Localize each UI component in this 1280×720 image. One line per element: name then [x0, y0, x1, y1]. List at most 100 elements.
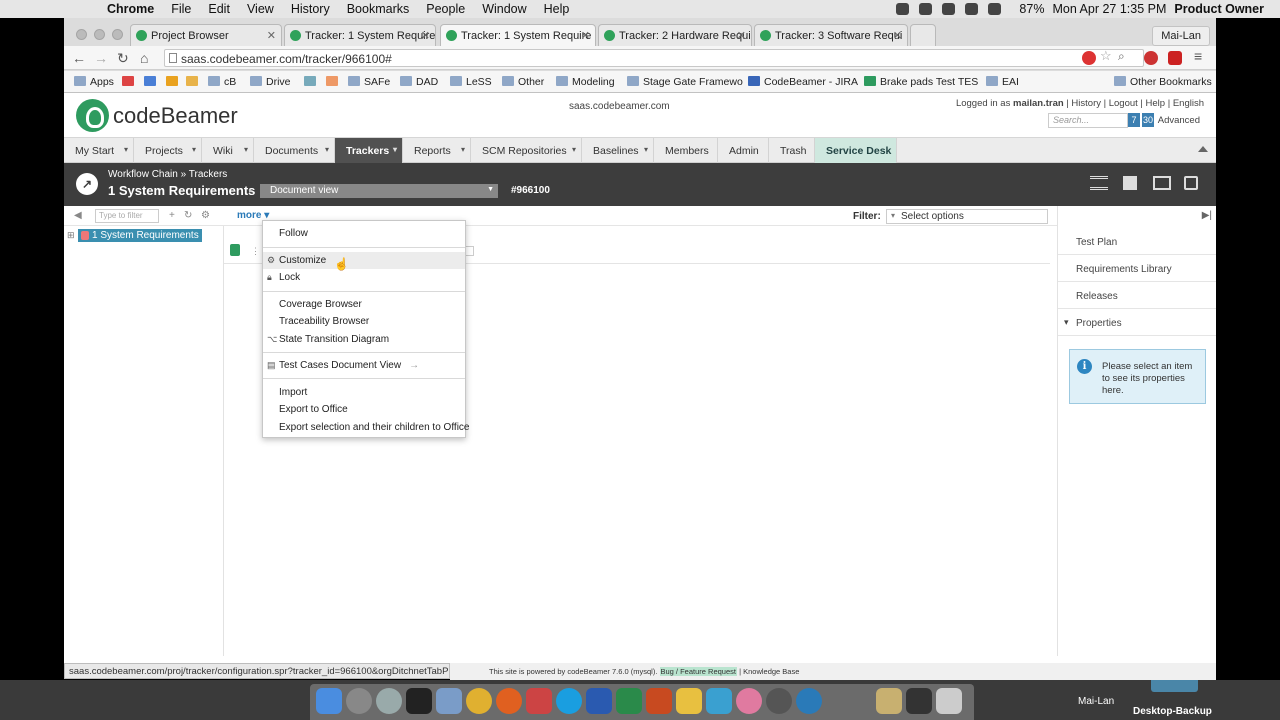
close-tab-icon[interactable]: ✕ [737, 29, 746, 42]
menu-history[interactable]: History [291, 2, 330, 16]
desktop-backup-label[interactable]: Desktop-Backup [1133, 706, 1212, 717]
dropbox-icon[interactable] [942, 3, 956, 15]
skype-icon[interactable] [556, 688, 582, 714]
account-links[interactable]: | History | Logout | Help | English [1066, 98, 1204, 109]
nav-scm-repositories[interactable]: SCM Repositories ▾ [471, 138, 582, 163]
virtualbox-icon[interactable] [436, 688, 462, 714]
menu-traceability-browser[interactable]: Traceability Browser [279, 316, 369, 327]
word-icon[interactable] [586, 688, 612, 714]
collapse-left-icon[interactable]: ◀ [74, 210, 82, 221]
menu-file[interactable]: File [171, 2, 191, 16]
bookmark-other[interactable]: Other [502, 76, 544, 88]
opera-extension-icon[interactable] [1144, 51, 1158, 65]
wifi-icon[interactable] [988, 3, 1002, 15]
close-window-button[interactable] [76, 29, 87, 40]
bookmark-icon-1[interactable] [304, 76, 320, 88]
powerpoint-icon[interactable] [646, 688, 672, 714]
knowledge-base-link[interactable]: | Knowledge Base [739, 667, 799, 676]
bookmark-safe[interactable]: SAFe [348, 76, 390, 88]
advanced-search-link[interactable]: Advanced [1158, 115, 1200, 126]
panel-properties[interactable]: Properties [1058, 309, 1216, 336]
tab-tracker-1-active[interactable]: Tracker: 1 System Require ✕ [440, 24, 596, 47]
record-icon[interactable] [896, 3, 910, 15]
bookmark-apps[interactable]: Apps [74, 76, 114, 88]
dvd-icon[interactable] [766, 688, 792, 714]
codebeamer-logo[interactable]: codeBeamer [76, 99, 238, 132]
menu-app-chrome[interactable]: Chrome [107, 2, 154, 16]
close-tab-icon[interactable]: ✕ [893, 29, 902, 42]
board-view-icon[interactable] [1153, 176, 1171, 190]
bookmark-d-icon[interactable] [166, 76, 182, 88]
menu-icon[interactable]: ≡ [1194, 48, 1208, 64]
menu-export-selection[interactable]: Export selection and their children to O… [279, 422, 469, 433]
menu-lock[interactable]: 🔒︎ Lock [267, 272, 300, 283]
menu-coverage-browser[interactable]: Coverage Browser [279, 299, 362, 310]
finder-icon[interactable] [316, 688, 342, 714]
nav-wiki[interactable]: Wiki ▾ [202, 138, 254, 163]
username-link[interactable]: mailan.tran [1013, 98, 1064, 109]
xcode-icon[interactable] [706, 688, 732, 714]
app-icon[interactable] [676, 688, 702, 714]
bookmark-modeling[interactable]: Modeling [556, 76, 615, 88]
gear-icon[interactable]: ⚙ [201, 210, 210, 221]
profile-button[interactable]: Mai-Lan [1152, 26, 1210, 46]
tab-tracker-3[interactable]: Tracker: 3 Software Requi ✕ [754, 24, 908, 46]
back-icon[interactable]: ← [72, 50, 86, 66]
nav-reports[interactable]: Reports ▾ [403, 138, 471, 163]
launchpad-icon[interactable] [376, 688, 402, 714]
menu-follow[interactable]: Follow [279, 228, 308, 239]
notification-badge-30[interactable]: 30 [1142, 113, 1154, 127]
adblock-icon[interactable] [1168, 51, 1182, 65]
document-view-icon[interactable] [1123, 176, 1137, 190]
close-tab-icon[interactable]: ✕ [267, 29, 276, 42]
tree-filter-input[interactable]: Type to filter [95, 209, 159, 223]
tab-project-browser[interactable]: Project Browser ✕ [130, 24, 282, 46]
bookmark-drive[interactable]: Drive [250, 76, 291, 88]
firefox-icon[interactable] [496, 688, 522, 714]
breadcrumb[interactable]: Workflow Chain » Trackers [108, 169, 227, 180]
filter-select[interactable]: Select options [886, 209, 1048, 224]
tree-item-system-requirements[interactable]: 1 System Requirements [78, 229, 202, 242]
new-tab-button[interactable] [910, 24, 936, 46]
menu-help[interactable]: Help [544, 2, 570, 16]
menu-people[interactable]: People [426, 2, 465, 16]
sync-icon[interactable] [919, 3, 933, 15]
bookmark-dad[interactable]: DAD [400, 76, 438, 88]
forward-icon[interactable]: → [94, 50, 108, 66]
documents-folder-icon[interactable] [876, 688, 902, 714]
menu-test-cases-document-view[interactable]: ▤ Test Cases Document View → [267, 360, 419, 371]
trash-icon[interactable] [936, 688, 962, 714]
excel-icon[interactable] [616, 688, 642, 714]
menu-state-transition-diagram[interactable]: ⌥ State Transition Diagram [267, 334, 389, 345]
bookmark-brake-pads[interactable]: Brake pads Test TES [864, 76, 978, 88]
tab-tracker-1-a[interactable]: Tracker: 1 System Require ✕ [284, 24, 436, 46]
search-icon[interactable]: ⌕ [1118, 49, 1132, 63]
collapse-up-icon[interactable] [1198, 146, 1208, 152]
panel-releases[interactable]: Releases [1058, 282, 1216, 309]
add-icon[interactable]: + [169, 210, 175, 221]
menu-view[interactable]: View [247, 2, 274, 16]
chrome-icon[interactable] [466, 688, 492, 714]
menu-edit[interactable]: Edit [208, 2, 230, 16]
list-view-icon[interactable] [1090, 176, 1108, 190]
reload-icon[interactable]: ↻ [117, 50, 129, 67]
home-icon[interactable]: ⌂ [140, 50, 148, 66]
requirement-type-icon[interactable] [230, 244, 240, 256]
menu-window[interactable]: Window [482, 2, 526, 16]
bookmark-icon-2[interactable] [326, 76, 342, 88]
nav-baselines[interactable]: Baselines ▾ [582, 138, 654, 163]
gmail-icon[interactable] [122, 76, 138, 88]
minimize-window-button[interactable] [94, 29, 105, 40]
nav-my-start[interactable]: My Start ▾ [64, 138, 134, 163]
bookmark-eai[interactable]: EAI [986, 76, 1019, 88]
dropdown-icon[interactable] [1184, 176, 1198, 190]
bookmark-less[interactable]: LeSS [450, 76, 492, 88]
star-icon[interactable]: ☆ [1100, 48, 1114, 63]
zoom-window-button[interactable] [112, 29, 123, 40]
view-select[interactable]: Document view ▼ [260, 184, 498, 198]
panel-requirements-library[interactable]: Requirements Library [1058, 255, 1216, 282]
nav-admin[interactable]: Admin [718, 138, 769, 163]
clock[interactable]: Mon Apr 27 1:35 PM [1052, 2, 1166, 16]
bookmark-grid-icon[interactable] [186, 76, 202, 88]
address-bar[interactable]: saas.codebeamer.com/tracker/966100# [164, 49, 1144, 67]
